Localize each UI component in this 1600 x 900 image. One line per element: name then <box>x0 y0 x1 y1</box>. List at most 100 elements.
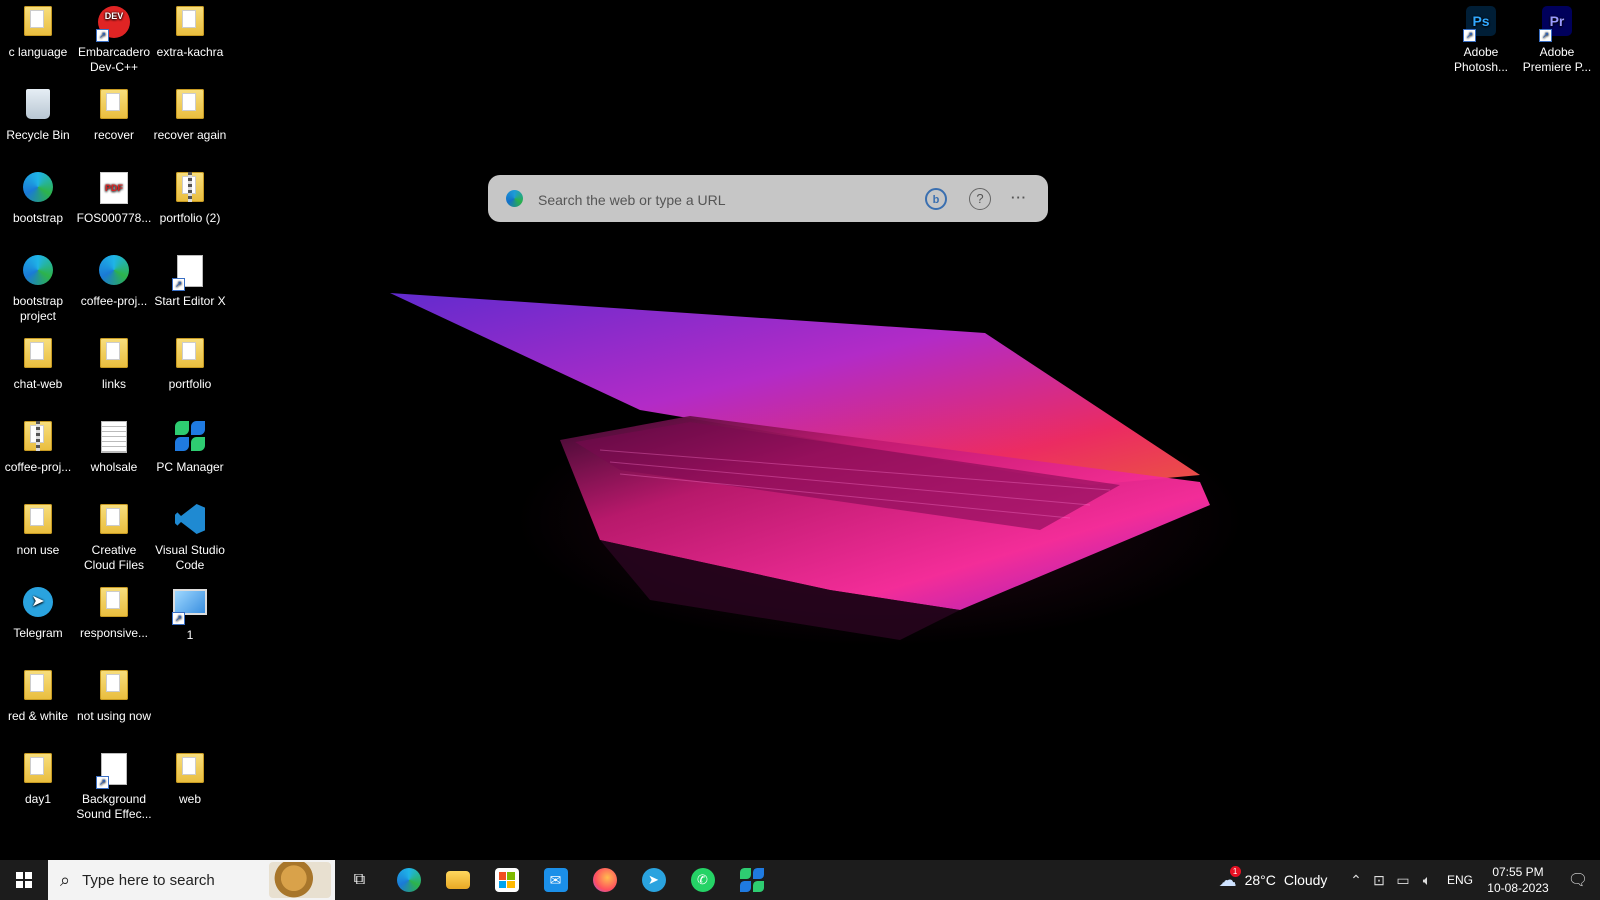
desktop-icon-background-sound[interactable]: ↗ Background Sound Effec... <box>76 747 152 822</box>
desktop-icon-start-editor-x[interactable]: ↗ Start Editor X <box>152 249 228 309</box>
zip-folder-icon <box>172 172 208 208</box>
desktop-icon-recycle-bin[interactable]: Recycle Bin <box>0 83 76 143</box>
network-icon: ▭ <box>1396 871 1410 888</box>
taskbar-file-explorer[interactable] <box>433 860 482 900</box>
bing-chat-icon[interactable]: b <box>925 188 947 210</box>
folder-icon <box>96 670 132 706</box>
edge-html-file-icon <box>20 255 56 291</box>
desktop-icon-non-use[interactable]: non use <box>0 498 76 558</box>
folder-icon <box>172 338 208 374</box>
desktop-icon-bootstrap-project[interactable]: bootstrap project <box>0 249 76 324</box>
desktop-icon-telegram[interactable]: ➤ Telegram <box>0 581 76 641</box>
folder-icon <box>172 753 208 789</box>
taskbar-telegram[interactable]: ➤ <box>629 860 678 900</box>
taskbar-search-input[interactable] <box>80 870 255 890</box>
pc-manager-icon <box>739 868 764 892</box>
input-language-button[interactable]: ENG <box>1442 860 1478 900</box>
desktop-icon-label: 1 <box>186 628 194 642</box>
desktop-icon-photoshop[interactable]: Ps ↗ Adobe Photosh... <box>1443 0 1519 75</box>
notification-icon: 🗨︎ <box>1567 872 1589 889</box>
desktop-icon-links[interactable]: links <box>76 332 152 392</box>
desktop-icon-c-language[interactable]: c language <box>0 0 76 60</box>
desktop-icon-coffee-proj[interactable]: coffee-proj... <box>76 249 152 309</box>
desktop-icon-label: Adobe Premiere P... <box>1522 45 1592 74</box>
desktop-icon-coffee-proj-zip[interactable]: coffee-proj... <box>0 415 76 475</box>
premiere-icon: Pr ↗ <box>1539 6 1575 42</box>
show-hidden-icons-button[interactable]: ⌃ <box>1346 860 1366 900</box>
desktop-icon-label: coffee-proj... <box>80 294 148 308</box>
desktop-icon-web[interactable]: web <box>152 747 228 807</box>
folder-icon <box>20 753 56 789</box>
file-shortcut-icon: ↗ <box>96 753 132 789</box>
meet-now-button[interactable]: ⊡ <box>1369 860 1389 900</box>
desktop-icon-red-white[interactable]: red & white <box>0 664 76 724</box>
speaker-icon: 🔈︎ <box>1422 871 1432 888</box>
taskbar-whatsapp[interactable]: ✆ <box>678 860 727 900</box>
desktop-icon-recover-again[interactable]: recover again <box>152 83 228 143</box>
desktop-icon-recover[interactable]: recover <box>76 83 152 143</box>
network-button[interactable]: ▭ <box>1392 860 1414 900</box>
folder-icon <box>20 670 56 706</box>
desktop-icon-wholsale[interactable]: wholsale <box>76 415 152 475</box>
taskbar-store[interactable] <box>482 860 531 900</box>
start-button[interactable] <box>0 860 48 900</box>
desktop-icon-1[interactable]: ↗ 1 <box>152 581 228 643</box>
volume-button[interactable]: 🔈︎ <box>1417 860 1437 900</box>
weather-widget[interactable]: ☁ 1 28°C Cloudy <box>1210 860 1336 900</box>
folder-icon <box>96 338 132 374</box>
search-highlight-lion-image <box>269 862 331 898</box>
folder-icon <box>20 338 56 374</box>
folder-icon <box>172 6 208 42</box>
desktop-icon-day1[interactable]: day1 <box>0 747 76 807</box>
desktop-icon-label: Start Editor X <box>154 294 226 308</box>
taskbar-pc-manager[interactable] <box>727 860 776 900</box>
desktop-icon-pdf-file[interactable]: PDF FOS000778... <box>76 166 152 226</box>
file-explorer-icon <box>445 871 470 889</box>
desktop-icon-label: portfolio <box>168 377 212 391</box>
help-icon[interactable]: ? <box>969 188 991 210</box>
folder-icon <box>20 6 56 42</box>
desktop-icon-label: Creative Cloud Files <box>83 543 145 572</box>
folder-icon <box>96 587 132 623</box>
task-view-button[interactable]: ⧉ <box>335 860 384 900</box>
folder-icon <box>96 504 132 540</box>
desktop-icon-label: coffee-proj... <box>4 460 72 474</box>
clock-date: 10-08-2023 <box>1487 881 1549 895</box>
desktop-icon-pc-manager[interactable]: PC Manager <box>152 415 228 475</box>
taskbar-firefox[interactable] <box>580 860 629 900</box>
desktop-icon-label: responsive... <box>79 626 149 640</box>
pc-manager-icon <box>172 421 208 457</box>
desktop-icon-label: PC Manager <box>156 460 224 474</box>
devcpp-icon: DEV ↗ <box>96 6 132 42</box>
desktop-icon-not-using-now[interactable]: not using now <box>76 664 152 724</box>
desktop-icon-label: recover <box>93 128 134 142</box>
desktop-icon-creative-cloud-files[interactable]: Creative Cloud Files <box>76 498 152 573</box>
desktop-icon-label: Visual Studio Code <box>155 543 225 572</box>
vscode-icon <box>172 504 208 540</box>
desktop-icon-portfolio[interactable]: portfolio <box>152 332 228 392</box>
laptop-wallpaper-image <box>390 293 1210 640</box>
desktop-icon-bootstrap[interactable]: bootstrap <box>0 166 76 226</box>
file-shortcut-icon: ↗ <box>172 255 208 291</box>
desktop-icon-label: Background Sound Effec... <box>76 792 152 821</box>
desktop-icon-devcpp[interactable]: DEV ↗ Embarcadero Dev-C++ <box>76 0 152 75</box>
desktop-icon-responsive[interactable]: responsive... <box>76 581 152 641</box>
desktop-icon-portfolio-2[interactable]: portfolio (2) <box>152 166 228 226</box>
clock-button[interactable]: 07:55 PM 10-08-2023 <box>1478 860 1558 900</box>
taskbar-mail[interactable]: ✉ <box>531 860 580 900</box>
desktop-icon-vscode[interactable]: Visual Studio Code <box>152 498 228 573</box>
edge-search-widget: b ? ··· <box>488 175 1048 222</box>
desktop-icon-label: web <box>178 792 201 806</box>
desktop-icon-label: Embarcadero Dev-C++ <box>77 45 151 74</box>
desktop-icon-extra-kachra[interactable]: extra-kachra <box>152 0 228 60</box>
more-icon[interactable]: ··· <box>1008 188 1030 210</box>
taskbar-search-box[interactable]: ⌕ <box>48 860 335 900</box>
chevron-up-icon: ⌃ <box>1350 871 1362 888</box>
desktop-icon-label: FOS000778... <box>76 211 152 225</box>
desktop-icon-label: wholsale <box>90 460 138 474</box>
desktop-icon-premiere[interactable]: Pr ↗ Adobe Premiere P... <box>1519 0 1595 75</box>
taskbar-edge[interactable] <box>384 860 433 900</box>
web-search-input[interactable] <box>536 185 900 214</box>
desktop-icon-chat-web[interactable]: chat-web <box>0 332 76 392</box>
notification-center-button[interactable]: 🗨︎ <box>1562 860 1594 900</box>
